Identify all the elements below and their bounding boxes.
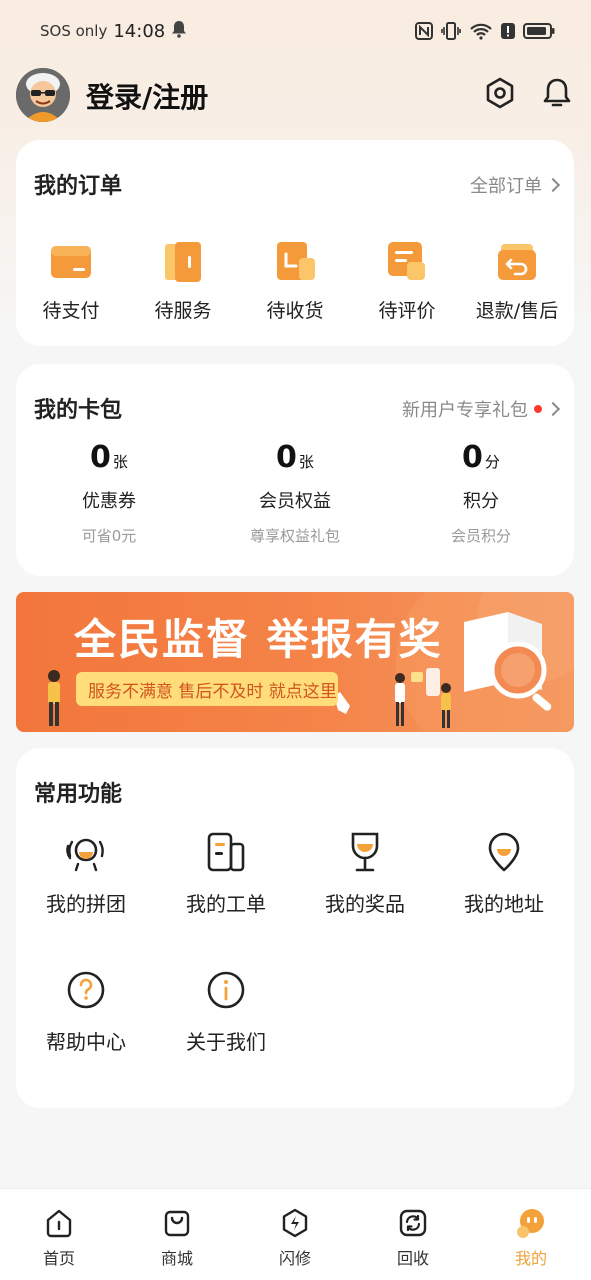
points-unit: 分 — [484, 453, 500, 471]
order-label: 待服务 — [154, 300, 212, 322]
order-label: 退款/售后 — [475, 300, 559, 322]
nav-label: 商城 — [160, 1249, 193, 1268]
return-icon — [495, 240, 539, 284]
bell-icon[interactable] — [540, 76, 574, 110]
function-label: 关于我们 — [186, 1030, 266, 1054]
comment-icon — [385, 240, 429, 284]
nav-home[interactable]: 首页 — [19, 1207, 99, 1269]
coupon-unit: 张 — [112, 453, 128, 471]
info-icon — [204, 968, 248, 1012]
order-label: 待收货 — [266, 300, 324, 322]
bell-icon — [171, 20, 187, 42]
order-pending-review[interactable]: 待评价 — [352, 240, 462, 323]
location-pin-icon — [482, 830, 526, 874]
benefit-count: 0 — [276, 440, 297, 475]
help-center[interactable]: 帮助中心 — [16, 968, 156, 1055]
nav-label: 闪修 — [278, 1249, 311, 1268]
chevron-right-icon — [545, 401, 561, 417]
network-status: SOS only — [40, 22, 108, 40]
wallet-card: 我的卡包 新用户专享礼包 0张 优惠券 可省0元 0张 会员权益 尊享权益礼包 … — [16, 364, 574, 576]
order-refund-aftersale[interactable]: 退款/售后 — [462, 240, 572, 323]
alert-icon — [501, 22, 515, 44]
new-user-gift-link[interactable]: 新用户专享礼包 — [402, 396, 561, 422]
points-sub: 会员积分 — [450, 527, 511, 545]
benefit-unit: 张 — [298, 453, 314, 471]
chevron-right-icon — [545, 177, 561, 193]
login-register-link[interactable]: 登录/注册 — [86, 76, 208, 116]
my-address[interactable]: 我的地址 — [434, 830, 574, 917]
lightning-icon — [279, 1207, 311, 1239]
all-orders-label: 全部订单 — [470, 176, 542, 197]
red-dot-badge — [534, 405, 542, 413]
benefit-sub: 尊享权益礼包 — [249, 527, 340, 545]
nav-label: 首页 — [42, 1249, 75, 1268]
my-prizes[interactable]: 我的奖品 — [295, 830, 435, 917]
nav-quick-repair[interactable]: 闪修 — [255, 1207, 335, 1269]
trophy-icon — [343, 830, 387, 874]
function-label: 我的地址 — [464, 892, 544, 916]
coupons[interactable]: 0张 优惠券 可省0元 — [16, 440, 202, 546]
order-label: 待支付 — [42, 300, 100, 322]
help-icon — [64, 968, 108, 1012]
function-label: 我的工单 — [186, 892, 266, 916]
orders-card: 我的订单 全部订单 待支付 待服务 待收货 待评价 退款/售后 — [16, 140, 574, 346]
member-benefits[interactable]: 0张 会员权益 尊享权益礼包 — [202, 440, 388, 546]
bottom-navigation: 首页 商城 闪修 回收 我的 — [0, 1188, 591, 1280]
profile-header: 登录/注册 — [0, 64, 591, 128]
wifi-icon — [469, 22, 493, 44]
my-group-buy[interactable]: 我的拼团 — [16, 830, 156, 917]
battery-icon — [523, 22, 555, 44]
coupon-sub: 可省0元 — [81, 527, 137, 545]
home-icon — [43, 1207, 75, 1239]
clock: 14:08 — [113, 20, 166, 42]
benefit-label: 会员权益 — [259, 491, 331, 512]
orders-title: 我的订单 — [34, 174, 123, 199]
nfc-icon — [415, 22, 433, 44]
function-label: 我的奖品 — [325, 892, 405, 916]
function-label: 我的拼团 — [46, 892, 126, 916]
all-orders-link[interactable]: 全部订单 — [470, 172, 561, 198]
functions-title: 常用功能 — [34, 782, 123, 807]
points[interactable]: 0分 积分 会员积分 — [388, 440, 574, 546]
wallet-title: 我的卡包 — [34, 398, 123, 423]
nav-label: 我的 — [514, 1249, 547, 1268]
vibrate-icon — [441, 22, 461, 44]
order-pending-service[interactable]: 待服务 — [128, 240, 238, 323]
door-icon — [161, 240, 205, 284]
status-bar: SOS only 14:08 — [0, 0, 591, 64]
report-reward-banner[interactable]: 全民监督 举报有奖 服务不满意 售后不及时 就点这里 — [16, 592, 574, 732]
about-us[interactable]: 关于我们 — [156, 968, 296, 1055]
points-label: 积分 — [463, 491, 499, 512]
banner-subtitle: 服务不满意 售后不及时 就点这里 — [76, 672, 338, 706]
functions-card: 常用功能 我的拼团 我的工单 我的奖品 我的地址 帮助中心 关于我们 — [16, 748, 574, 1108]
nav-label: 回收 — [396, 1249, 429, 1268]
order-pending-payment[interactable]: 待支付 — [16, 240, 126, 323]
mascot-profile-icon — [515, 1207, 547, 1239]
avatar[interactable] — [16, 68, 70, 122]
function-label: 帮助中心 — [46, 1030, 126, 1054]
banner-title: 全民监督 举报有奖 — [74, 615, 443, 664]
hexagon-settings-icon[interactable] — [483, 76, 517, 110]
wallet-icon — [49, 240, 93, 284]
package-icon — [273, 240, 317, 284]
group-icon — [64, 830, 108, 874]
new-user-gift-label: 新用户专享礼包 — [402, 400, 528, 421]
nav-recycle[interactable]: 回收 — [373, 1207, 453, 1269]
nav-mine[interactable]: 我的 — [491, 1207, 571, 1269]
shopping-bag-icon — [161, 1207, 193, 1239]
my-work-orders[interactable]: 我的工单 — [156, 830, 296, 917]
points-count: 0 — [462, 440, 483, 475]
coupon-count: 0 — [90, 440, 111, 475]
order-label: 待评价 — [378, 300, 436, 322]
recycle-icon — [397, 1207, 429, 1239]
order-pending-receipt[interactable]: 待收货 — [240, 240, 350, 323]
coupon-label: 优惠券 — [82, 491, 136, 512]
work-order-icon — [204, 830, 248, 874]
nav-mall[interactable]: 商城 — [137, 1207, 217, 1269]
